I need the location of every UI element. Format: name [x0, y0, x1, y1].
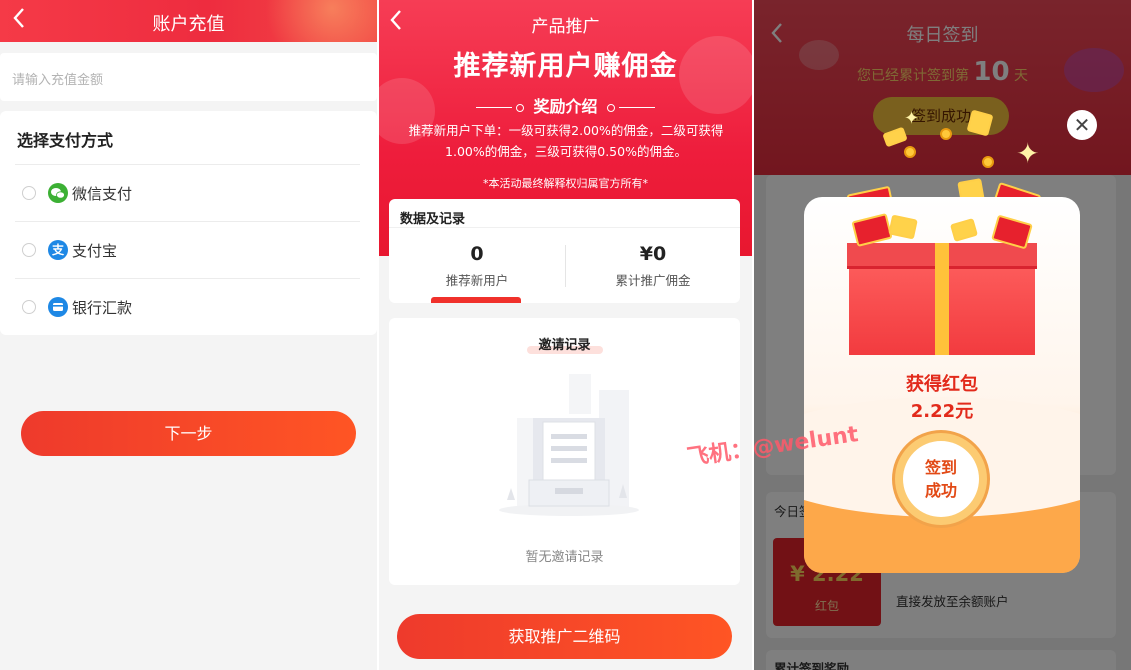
divider-dot	[607, 103, 616, 112]
divider-dot	[515, 103, 524, 112]
gold-ticket-icon	[888, 214, 918, 240]
button-line-1: 签到	[924, 458, 957, 477]
payment-method-card: 选择支付方式 微信支付 支 支付宝 银行汇款	[0, 111, 377, 335]
sparkle-icon: ✦	[1016, 137, 1040, 170]
divider	[389, 227, 740, 228]
button-line-2: 成功	[924, 481, 957, 500]
redpacket-modal: 获得红包 2.22元 签到 成功	[804, 197, 1080, 573]
get-qrcode-button[interactable]: 获取推广二维码	[397, 614, 732, 659]
close-icon[interactable]: ✕	[1067, 110, 1097, 140]
divider-line	[619, 107, 656, 108]
payment-option-label: 微信支付	[72, 185, 133, 203]
reward-description: 推荐新用户下单：一级可获得2.00%的佣金，二级可获得1.00%的佣金，三级可获…	[408, 123, 724, 159]
stat-new-users-value: 0	[470, 243, 484, 265]
invite-record-title: 邀请记录	[538, 338, 591, 353]
gold-ticket-icon	[949, 218, 979, 242]
modal-button-ring: 签到 成功	[895, 433, 987, 525]
coin-icon	[940, 128, 952, 140]
active-tab-indicator	[431, 297, 521, 303]
payment-option-label: 支付宝	[72, 242, 118, 260]
payment-method-title: 选择支付方式	[17, 131, 114, 150]
screenshot-stage: 账户充值 请输入充值金额 选择支付方式 微信支付 支 支付宝 银行汇款 下一步 …	[0, 0, 1131, 670]
checkin-screen: 每日签到 您已经累计签到第 10 天 签到成功 今日签 ¥ 2.22 红包 直接…	[754, 0, 1131, 670]
checkin-success-button[interactable]: 签到 成功	[903, 441, 979, 517]
recharge-header: 账户充值	[0, 0, 377, 42]
gift-box-icon	[847, 243, 1037, 355]
coin-icon	[904, 146, 916, 158]
radio-button[interactable]	[22, 243, 36, 257]
radio-button[interactable]	[22, 300, 36, 314]
payment-option-label: 银行汇款	[72, 299, 133, 317]
reward-section-title: 奖励介绍	[379, 93, 752, 117]
sparkle-icon: ✦	[904, 108, 920, 129]
alipay-icon: 支	[48, 240, 68, 260]
gift-box-ribbon	[935, 243, 949, 355]
stat-commission-label[interactable]: 累计推广佣金	[565, 270, 741, 289]
bank-card-icon	[48, 297, 68, 317]
divider	[15, 221, 360, 222]
page-title: 账户充值	[152, 14, 225, 35]
stats-title: 数据及记录	[400, 212, 466, 227]
recharge-screen: 账户充值 请输入充值金额 选择支付方式 微信支付 支 支付宝 银行汇款 下一步	[0, 0, 377, 670]
wechat-icon	[48, 183, 68, 203]
red-envelope-icon	[851, 213, 893, 247]
promotion-screen: 产品推广 推荐新用户赚佣金 奖励介绍 推荐新用户下单：一级可获得2.00%的佣金…	[379, 0, 752, 670]
payment-option-bank[interactable]: 银行汇款	[22, 295, 352, 319]
coin-icon	[982, 156, 994, 168]
payment-option-wechat[interactable]: 微信支付	[22, 181, 352, 205]
headline: 推荐新用户赚佣金	[453, 51, 678, 82]
activity-note: *本活动最终解释权归属官方所有*	[483, 177, 648, 190]
empty-state-illustration-icon	[499, 374, 639, 516]
amount-input[interactable]: 请输入充值金额	[0, 53, 377, 101]
divider	[15, 164, 360, 165]
stat-commission-value: ¥0	[639, 243, 667, 265]
empty-record-text: 暂无邀请记录	[525, 550, 604, 565]
reward-title: 奖励介绍	[533, 97, 598, 116]
next-step-button[interactable]: 下一步	[21, 411, 356, 456]
payment-option-alipay[interactable]: 支 支付宝	[22, 238, 352, 262]
divider	[15, 278, 360, 279]
stat-new-users-label[interactable]: 推荐新用户	[389, 270, 565, 289]
stats-card: 数据及记录 0 推荐新用户 ¥0 累计推广佣金	[389, 199, 740, 303]
modal-title: 获得红包	[906, 374, 978, 395]
divider-line	[475, 107, 512, 108]
radio-button[interactable]	[22, 186, 36, 200]
page-title: 产品推广	[531, 17, 600, 37]
